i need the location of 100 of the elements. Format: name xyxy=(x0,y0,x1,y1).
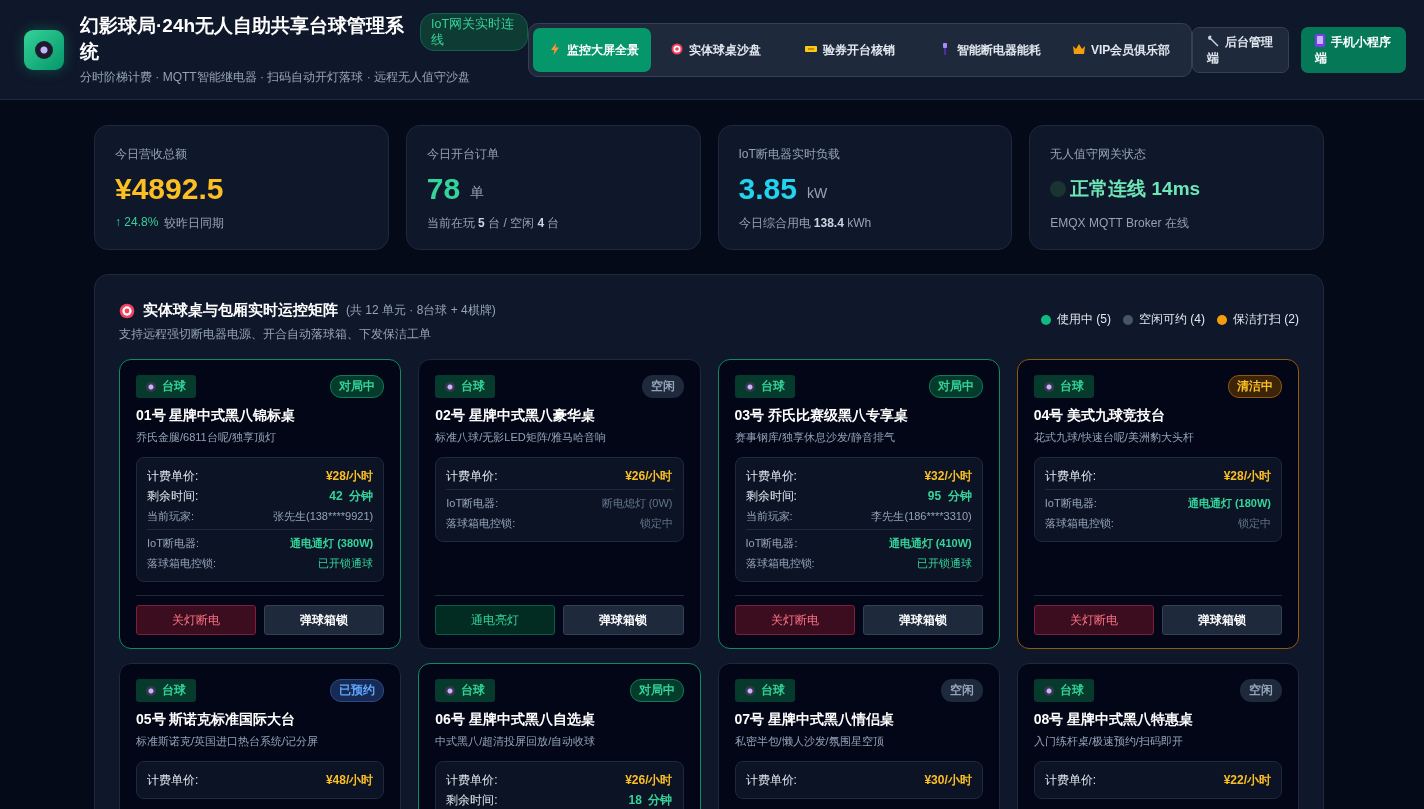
ball-icon xyxy=(445,381,456,392)
phone-icon xyxy=(1314,33,1325,47)
info-label: IoT断电器: xyxy=(745,535,798,551)
stat-value: 78 xyxy=(426,172,461,206)
nav-tab[interactable]: VIP会员俱乐部 xyxy=(1057,27,1187,72)
status-badge: 清洁中 xyxy=(1228,375,1282,398)
info-label: 剩余时间: xyxy=(147,487,199,505)
info-label: 剩余时间: xyxy=(745,487,797,505)
app-title: 幻影球局·24h无人自助共享台球管理系统 xyxy=(80,14,406,64)
lock-button[interactable]: 弹球箱锁 xyxy=(1161,605,1282,635)
info-label: 计费单价: xyxy=(446,467,498,485)
info-value: ¥48/小时 xyxy=(325,771,374,789)
info-label: 计费单价: xyxy=(147,467,199,485)
stat-note: EMQX MQTT Broker 在线 xyxy=(1050,215,1189,232)
status-badge: 空闲 xyxy=(1240,679,1282,702)
table-desc: 入门练杆桌/极速预约/扫码即开 xyxy=(1033,734,1184,749)
info-label: 计费单价: xyxy=(1044,771,1097,789)
table-desc: 标准八球/无影LED矩阵/雅马哈音响 xyxy=(435,430,607,445)
status-badge: 已预约 xyxy=(330,679,385,702)
target-icon xyxy=(119,302,135,319)
legend-label: 保洁打扫 (2) xyxy=(1233,311,1299,328)
status-badge: 空闲 xyxy=(940,679,983,702)
info-label: 当前玩家: xyxy=(745,508,793,524)
info-label: 计费单价: xyxy=(745,771,797,789)
info-value: 通电通灯 (380W) xyxy=(290,535,374,551)
info-value: ¥28/小时 xyxy=(325,467,374,485)
stat-unit: 单 xyxy=(470,184,485,202)
portal-button[interactable]: 后台管理端 xyxy=(1192,26,1289,73)
nav-tab[interactable]: 监控大屏全景 xyxy=(533,27,651,72)
ball-icon xyxy=(744,381,755,392)
info-label: IoT断电器: xyxy=(446,495,499,511)
gateway-badge: IoT网关实时连线 xyxy=(420,13,528,51)
info-label: 剩余时间: xyxy=(446,791,498,809)
status-badge: 对局中 xyxy=(629,679,684,702)
stat-label: IoT断电器实时负载 xyxy=(738,146,841,163)
ball-icon xyxy=(1043,685,1054,696)
info-value: 锁定中 xyxy=(639,515,673,531)
category-label: 台球 xyxy=(1059,378,1084,395)
section-desc: 支持远程强切断电器电源、开合自动落球箱、下发保洁工单 xyxy=(119,326,432,343)
info-label: 落球箱电控锁: xyxy=(147,555,217,571)
category-label: 台球 xyxy=(461,682,486,699)
ball-icon xyxy=(146,685,156,696)
info-value: 通电通灯 (410W) xyxy=(888,535,972,551)
ball-icon xyxy=(445,685,456,696)
table-name: 01号 星牌中式黑八锦标桌 xyxy=(136,407,297,425)
info-label: 计费单价: xyxy=(147,771,199,789)
info-value: ¥32/小时 xyxy=(924,467,972,485)
status-badge: 对局中 xyxy=(928,375,983,398)
table-desc: 私密半包/懒人沙发/氛围星空顶 xyxy=(734,734,885,749)
info-value: 断电熄灯 (0W) xyxy=(601,495,673,511)
stat-label: 无人值守网关状态 xyxy=(1050,146,1148,163)
lock-button[interactable]: 弹球箱锁 xyxy=(563,605,684,635)
info-value: 42 分钟 xyxy=(329,487,374,505)
wrench-icon xyxy=(1207,34,1219,47)
stat-value: ¥4892.5 xyxy=(115,172,224,206)
stat-value: 正常连线 14ms xyxy=(1070,177,1201,201)
info-value: ¥30/小时 xyxy=(924,771,972,789)
info-value: ¥22/小时 xyxy=(1223,771,1271,789)
info-value: 已开锁通球 xyxy=(318,555,374,571)
lock-button[interactable]: 弹球箱锁 xyxy=(264,605,385,635)
portal-button[interactable]: 手机小程序端 xyxy=(1300,26,1406,73)
nav-tab[interactable]: 实体球桌沙盘 xyxy=(655,27,785,72)
table-name: 04号 美式九球竞技台 xyxy=(1033,407,1167,425)
section-count: (共 12 单元 · 8台球 + 4棋牌) xyxy=(346,302,496,319)
crown-icon xyxy=(1073,42,1085,55)
stat-trend: ↑ 24.8% xyxy=(115,215,159,231)
info-label: 落球箱电控锁: xyxy=(446,515,516,531)
info-value: 通电通灯 (180W) xyxy=(1187,495,1271,511)
category-label: 台球 xyxy=(760,378,785,395)
legend-label: 使用中 (5) xyxy=(1057,311,1111,328)
info-value: ¥28/小时 xyxy=(1223,467,1271,485)
stat-label: 今日开台订单 xyxy=(426,146,500,163)
info-label: 计费单价: xyxy=(1044,467,1097,485)
info-label: 落球箱电控锁: xyxy=(745,555,815,571)
power-button[interactable]: 关灯断电 xyxy=(734,605,855,635)
power-button[interactable]: 通电亮灯 xyxy=(435,605,556,635)
info-label: 落球箱电控锁: xyxy=(1044,515,1114,531)
power-button[interactable]: 关灯断电 xyxy=(136,605,257,635)
status-badge: 对局中 xyxy=(330,375,385,398)
info-value: 锁定中 xyxy=(1238,515,1271,531)
table-name: 06号 星牌中式黑八自选桌 xyxy=(435,711,596,729)
table-name: 08号 星牌中式黑八特惠桌 xyxy=(1033,711,1195,729)
table-desc: 赛事钢库/独享休息沙发/静音排气 xyxy=(734,430,896,445)
logo-icon xyxy=(24,29,64,70)
status-badge: 空闲 xyxy=(641,375,684,398)
info-label: IoT断电器: xyxy=(147,535,199,551)
ball-icon xyxy=(146,381,156,392)
stat-value: 3.85 xyxy=(738,172,797,206)
nav-tab[interactable]: 智能断电器能耗 xyxy=(923,27,1053,72)
nav-tab[interactable]: 验券开台核销 xyxy=(789,27,919,72)
table-desc: 标准斯诺克/英国进口热台系统/记分屏 xyxy=(136,734,320,749)
info-value: 李先生(186****3310) xyxy=(871,508,972,524)
stat-unit: kW xyxy=(806,185,828,201)
ball-icon xyxy=(744,685,755,696)
power-button[interactable]: 关灯断电 xyxy=(1033,605,1154,635)
table-desc: 中式黑八/超清投屏回放/自动收球 xyxy=(435,734,597,749)
table-name: 02号 星牌中式黑八豪华桌 xyxy=(435,407,596,425)
info-value: 张先生(138****9921) xyxy=(272,508,374,524)
lock-button[interactable]: 弹球箱锁 xyxy=(862,605,983,635)
bolt-icon xyxy=(549,42,561,55)
